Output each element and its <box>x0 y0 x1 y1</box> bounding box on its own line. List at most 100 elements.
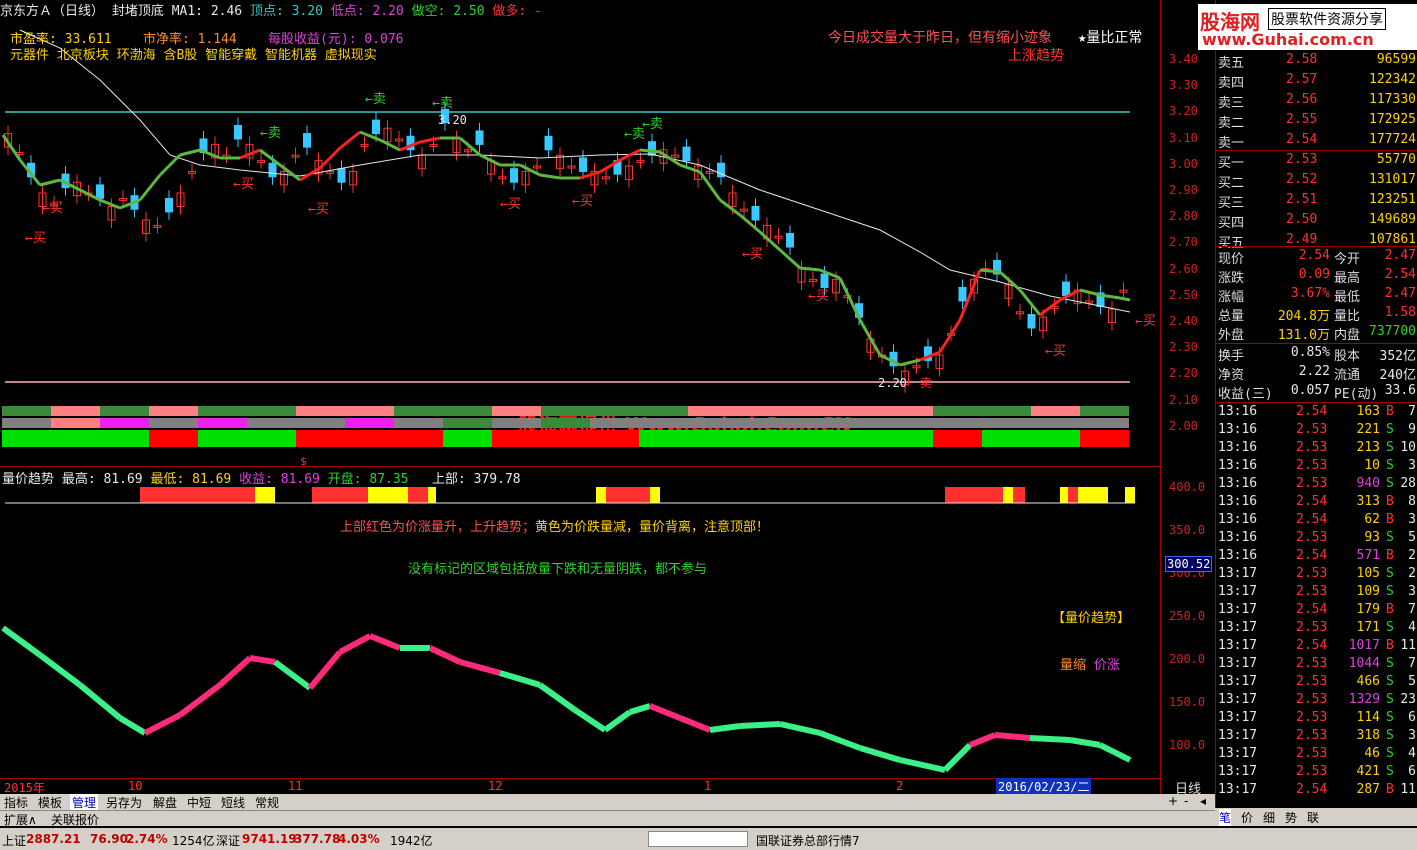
tick-side: S <box>1386 620 1394 635</box>
ribbon-segment <box>573 707 607 733</box>
ribbon-segment <box>859 745 901 763</box>
tab-6[interactable]: 短线 <box>219 794 247 811</box>
candle-body <box>510 168 518 183</box>
sell-row: 卖五 2.58 96599 <box>1216 52 1417 71</box>
price-tick: 2.50 <box>1169 287 1198 302</box>
buy-marker: ←买 <box>308 202 329 217</box>
ribbon-segment <box>178 682 222 718</box>
sell-level: 卖五 <box>1218 56 1245 71</box>
ind-tick: 200.0 <box>1169 652 1206 666</box>
logo-url: www.Guhai.com.cn <box>1202 30 1374 49</box>
quote-tab-3[interactable]: 势 <box>1285 809 1297 826</box>
signal-cell <box>51 418 100 428</box>
tick-time: 13:17 <box>1218 782 1258 797</box>
sell-level: 卖三 <box>1218 96 1245 111</box>
tick-side: S <box>1386 674 1394 689</box>
tick-volume: 1017 <box>1348 638 1380 653</box>
buy-row: 买四 2.50 149689 <box>1216 212 1417 231</box>
signal-cell <box>1031 406 1080 416</box>
quote-tab-2[interactable]: 细 <box>1263 809 1275 826</box>
tab-0[interactable]: 指标 <box>2 794 30 811</box>
extend-tab-0[interactable]: 扩展∧ <box>2 811 39 828</box>
trend-cell <box>51 430 100 447</box>
extend-tab-1[interactable]: 关联报价 <box>49 811 101 828</box>
signal-cell <box>345 418 394 428</box>
tab-7[interactable]: 常规 <box>253 794 281 811</box>
signal-cell <box>590 418 639 428</box>
tab-1[interactable]: 模板 <box>36 794 64 811</box>
signal-cell <box>345 406 394 416</box>
trend-block <box>1125 487 1135 503</box>
ind-tick: 100.0 <box>1169 738 1206 752</box>
tick-volume: 1044 <box>1348 656 1380 671</box>
scroll-left-icon[interactable]: ◂ <box>1200 794 1206 808</box>
trend-cell <box>639 430 688 447</box>
sell-volume: 96599 <box>1376 52 1416 67</box>
tick-count: 6 <box>1408 710 1416 725</box>
tick-volume: 46 <box>1364 746 1380 761</box>
tick-side: B <box>1386 782 1394 797</box>
quote-tab-0[interactable]: 笔 <box>1219 809 1232 826</box>
ma-segment <box>838 277 862 321</box>
zoom-out-icon[interactable]: - <box>1184 794 1188 808</box>
tab-3[interactable]: 另存为 <box>104 794 144 811</box>
signal-cell <box>737 418 786 428</box>
date-oct: 10 <box>128 779 143 793</box>
candle-body <box>234 125 242 140</box>
sz-change: 377.78 <box>294 832 341 846</box>
tick-price: 2.54 <box>1296 548 1328 563</box>
zoom-in-icon[interactable]: + <box>1168 794 1178 808</box>
trend-ribbon <box>1 625 1132 773</box>
tick-price: 2.53 <box>1296 674 1328 689</box>
buy-price: 2.51 <box>1286 192 1318 207</box>
signal-cell <box>933 406 982 416</box>
divider <box>1216 402 1417 403</box>
tab-2[interactable]: 管理 <box>70 794 99 811</box>
tick-count: 10 <box>1400 440 1416 455</box>
tab-5[interactable]: 中短 <box>185 794 213 811</box>
trend-block <box>650 487 660 503</box>
tick-volume: 221 <box>1356 422 1380 437</box>
ribbon-segment <box>1029 735 1071 743</box>
tab-4[interactable]: 解盘 <box>151 794 179 811</box>
sell-level: 卖二 <box>1218 116 1245 131</box>
signal-cell <box>296 406 345 416</box>
trend-block <box>408 487 428 503</box>
tick-count: 8 <box>1408 494 1416 509</box>
signal-cell <box>492 418 541 428</box>
quote-tab-4[interactable]: 联 <box>1307 809 1319 826</box>
quote-tab-1[interactable]: 价 <box>1241 809 1253 826</box>
tick-side: B <box>1386 638 1394 653</box>
trend-cell <box>492 430 541 447</box>
ma-fast-line <box>1 130 1131 367</box>
ribbon-segment <box>1098 742 1132 763</box>
quote-value2: 1.58 <box>1384 305 1416 320</box>
tick-time: 13:17 <box>1218 674 1258 689</box>
tick-price: 2.53 <box>1296 746 1328 761</box>
tick-time: 13:17 <box>1218 728 1258 743</box>
tick-row: 13:16 2.53 93 S 5 <box>1216 530 1417 548</box>
candle-body <box>165 197 173 213</box>
tick-count: 7 <box>1408 404 1416 419</box>
tick-time: 13:17 <box>1218 710 1258 725</box>
tick-count: 7 <box>1408 602 1416 617</box>
trend-cell <box>394 430 443 447</box>
ribbon-segment <box>779 721 821 736</box>
sz-label: 深证 <box>216 834 241 848</box>
tick-side: S <box>1386 656 1394 671</box>
tick-volume: 171 <box>1356 620 1380 635</box>
ribbon-segment <box>739 721 781 729</box>
tick-volume: 287 <box>1356 782 1380 797</box>
signal-cell <box>933 418 982 428</box>
ribbon-segment <box>78 682 122 721</box>
kline-chart[interactable]: ←卖 ←卖←卖 ←卖←卖←买←买←买←买 ←买 ←买←买←买←买←买3.202.20 卖$… <box>0 0 1160 800</box>
quote-value2: 2.47 <box>1384 286 1416 301</box>
sell-price: 2.58 <box>1286 52 1318 67</box>
quote-label2: 内盘 <box>1334 328 1361 343</box>
ind-upper: 上部: 379.78 <box>432 472 521 487</box>
tick-side: S <box>1386 710 1394 725</box>
mini-chart-icon[interactable] <box>648 831 748 847</box>
divider <box>1216 343 1417 344</box>
sh-change: 76.90 <box>90 832 128 846</box>
tick-count: 6 <box>1408 764 1416 779</box>
